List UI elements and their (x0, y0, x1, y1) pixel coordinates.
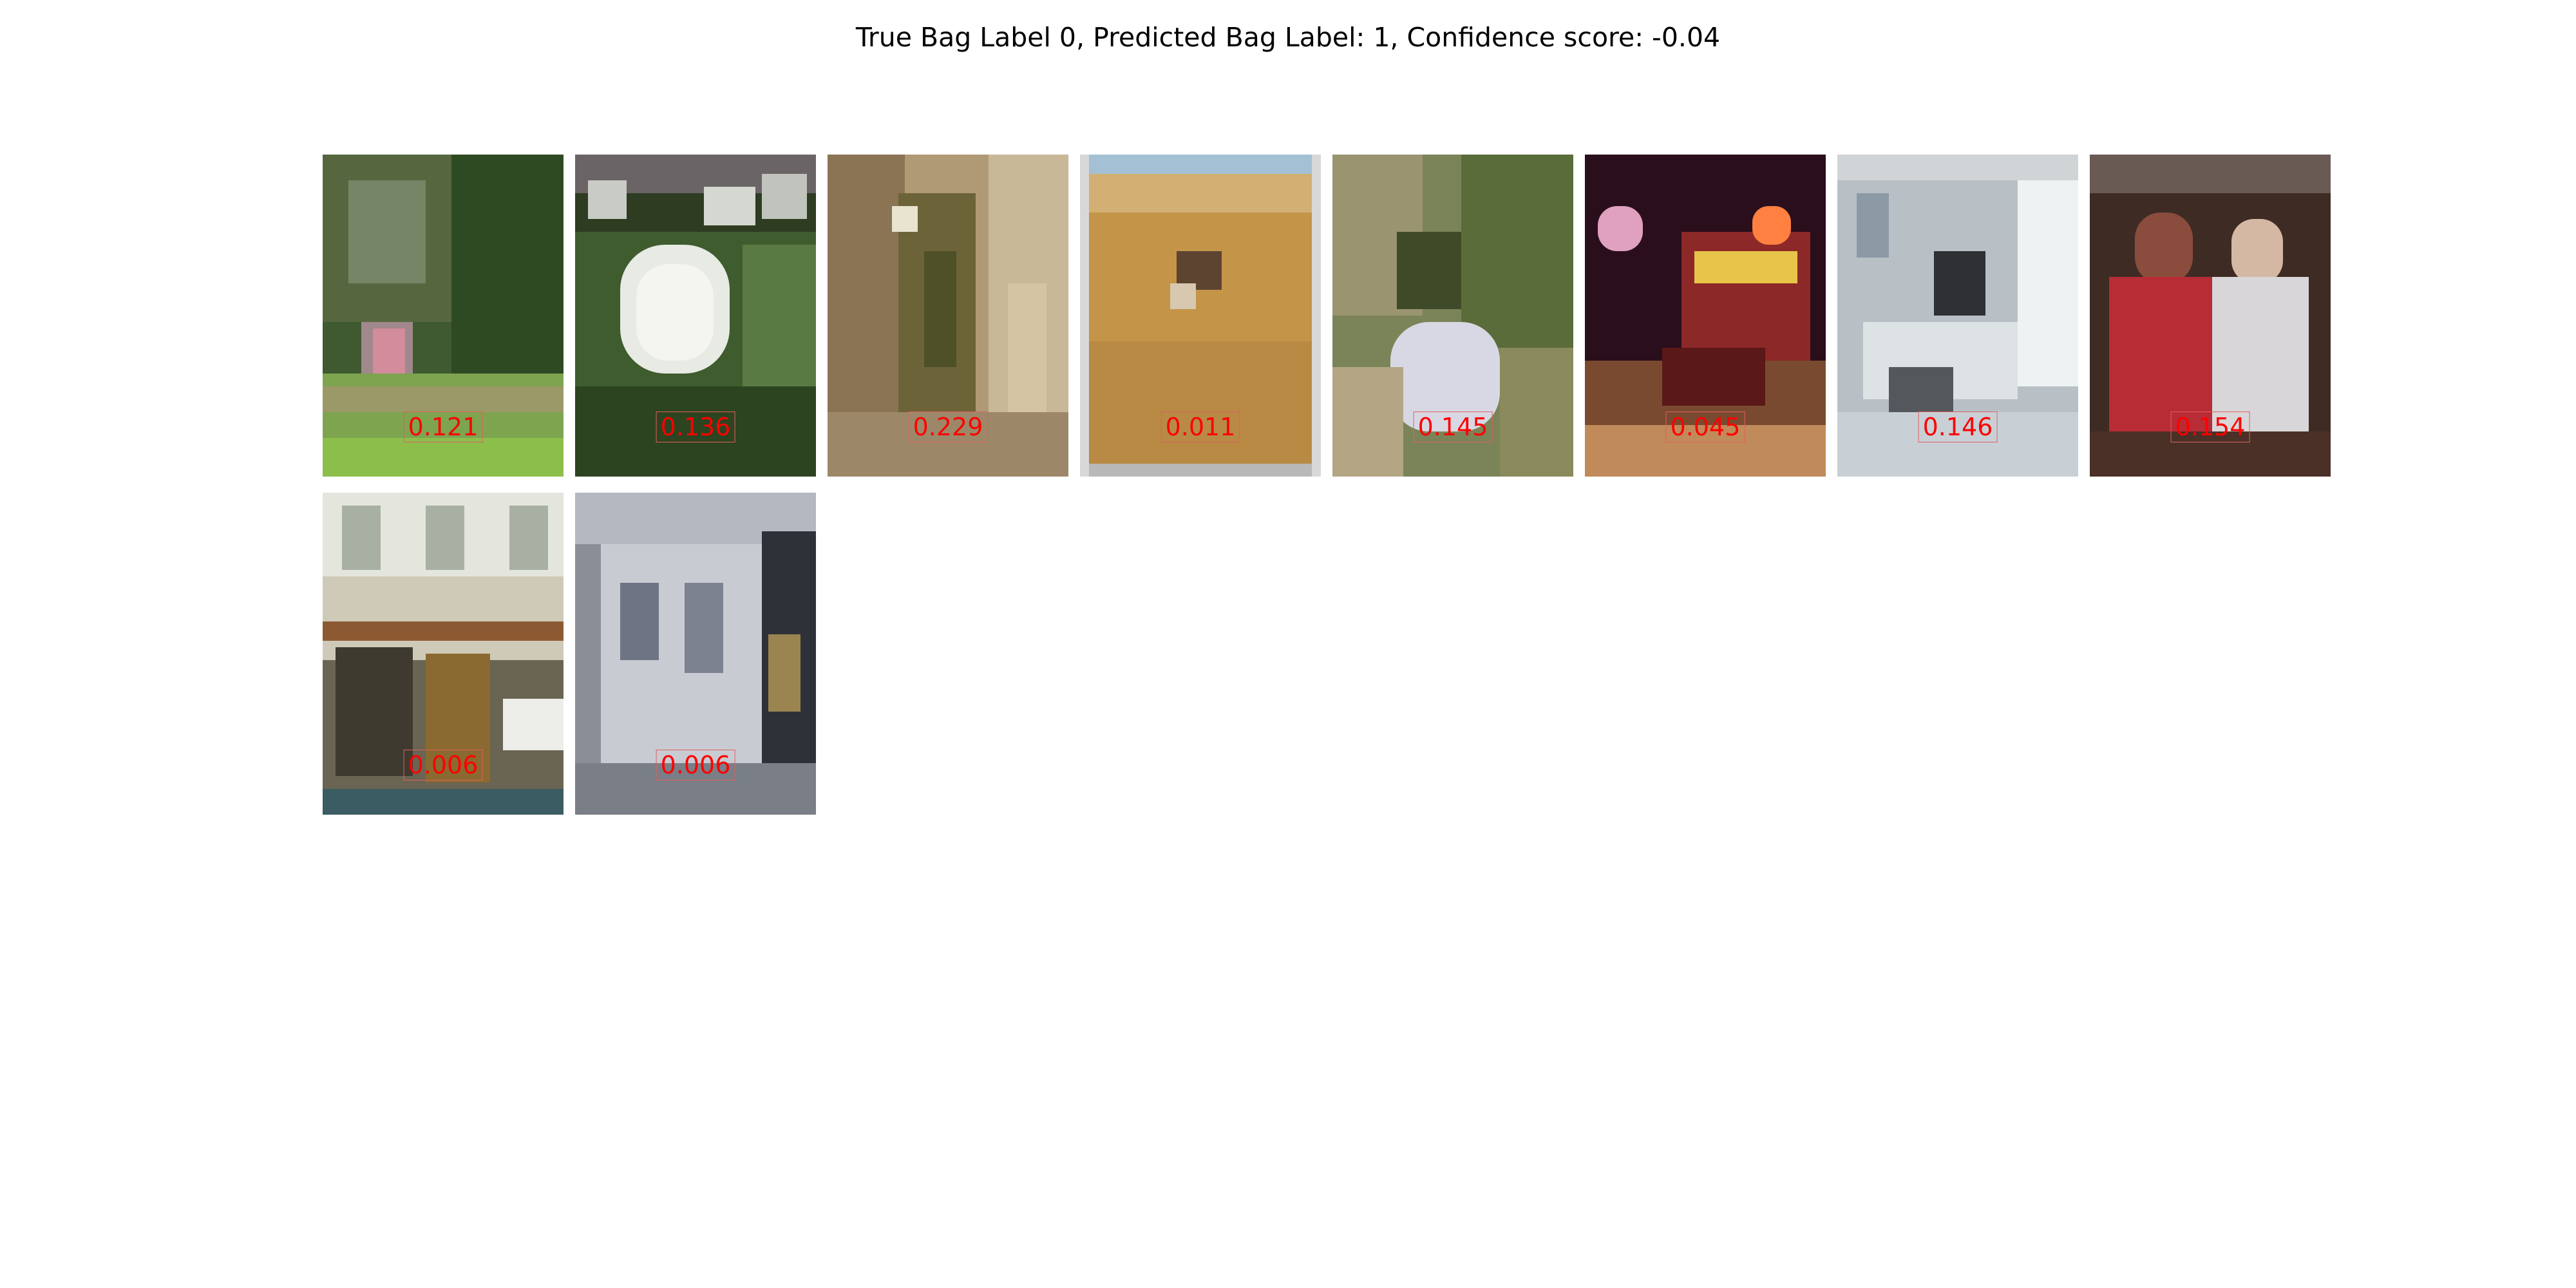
attention-score: 0.229 (908, 412, 988, 442)
attention-score: 0.011 (1160, 412, 1240, 442)
attention-score: 0.006 (403, 750, 483, 781)
attention-score: 0.146 (1918, 412, 1998, 442)
instance-tile: 0.045 (1585, 155, 1826, 477)
instance-tile: 0.154 (2090, 155, 2331, 477)
instance-tile: 0.136 (575, 155, 816, 477)
figure-title: True Bag Label 0, Predicted Bag Label: 1… (855, 22, 1721, 53)
instance-tile: 0.145 (1332, 155, 1573, 477)
instance-tile: 0.146 (1837, 155, 2078, 477)
attention-score: 0.136 (656, 412, 735, 442)
attention-score: 0.154 (2170, 412, 2250, 442)
instance-tile: 0.006 (323, 493, 564, 815)
instance-grid: 0.121 0.136 0.229 0.011 0.145 0.045 0.14… (323, 155, 2331, 815)
instance-tile: 0.006 (575, 493, 816, 815)
attention-score: 0.121 (403, 412, 483, 442)
attention-score: 0.145 (1413, 412, 1493, 442)
attention-score: 0.006 (656, 750, 735, 781)
instance-tile: 0.011 (1080, 155, 1321, 477)
instance-tile: 0.229 (828, 155, 1068, 477)
instance-tile: 0.121 (323, 155, 564, 477)
attention-score: 0.045 (1665, 412, 1745, 442)
